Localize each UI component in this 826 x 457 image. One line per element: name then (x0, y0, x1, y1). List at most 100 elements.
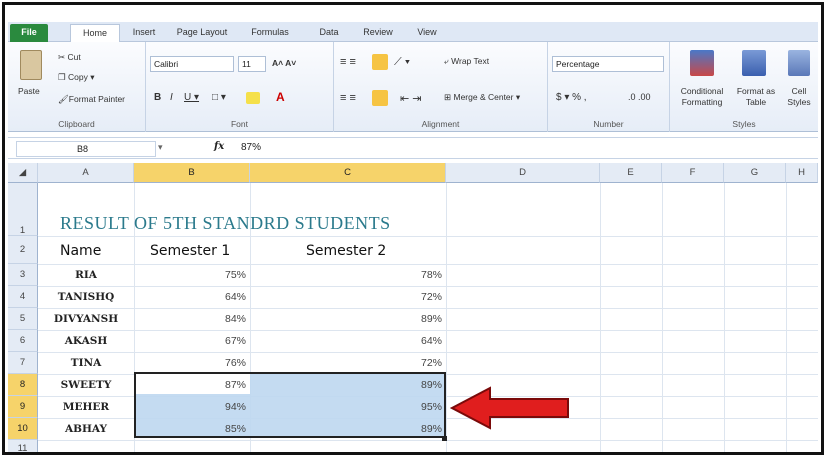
row-header-10[interactable]: 10 (8, 418, 38, 440)
semester-2-value[interactable]: 95% (250, 401, 446, 413)
semester-1-value[interactable]: 75% (134, 269, 250, 281)
grid-line (38, 440, 818, 441)
student-name[interactable]: RIA (38, 269, 134, 281)
tab-file[interactable]: File (10, 24, 48, 42)
cell-styles-button[interactable]: Cell Styles (782, 86, 816, 108)
tab-insert[interactable]: Insert (126, 24, 162, 42)
indent-icon[interactable]: ⇤ ⇥ (400, 92, 422, 105)
tab-formulas[interactable]: Formulas (246, 24, 294, 42)
orientation-icon[interactable]: ⟋ ▾ (394, 56, 410, 69)
tab-page-layout[interactable]: Page Layout (170, 24, 234, 42)
column-header-a[interactable]: A (38, 163, 134, 183)
underline-button[interactable]: U ▾ (184, 92, 199, 103)
semester-1-value[interactable]: 67% (134, 335, 250, 347)
ribbon: Paste ✂ Cut ❐ Copy ▾ 🖌Format Painter Cli… (8, 42, 818, 132)
semester-1-value[interactable]: 64% (134, 291, 250, 303)
column-header-e[interactable]: E (600, 163, 662, 183)
name-box-dropdown-icon[interactable]: ▾ (158, 142, 163, 153)
tab-home[interactable]: Home (70, 24, 120, 43)
student-name[interactable]: TINA (38, 357, 134, 369)
row-header-8[interactable]: 8 (8, 374, 38, 396)
semester-2-value[interactable]: 89% (250, 313, 446, 325)
align-left-icon[interactable]: ≡ ≡ (340, 92, 356, 104)
header-name: Name (60, 243, 102, 259)
tab-view[interactable]: View (410, 24, 444, 42)
cell-styles-icon[interactable] (788, 50, 810, 76)
fill-color-icon[interactable] (246, 92, 260, 104)
format-table-icon[interactable] (742, 50, 766, 76)
format-painter-button[interactable]: 🖌Format Painter (58, 94, 125, 105)
tab-review[interactable]: Review (358, 24, 398, 42)
row-header-2[interactable]: 2 (8, 236, 38, 264)
column-header-g[interactable]: G (724, 163, 786, 183)
copy-button[interactable]: ❐ Copy ▾ (58, 72, 94, 83)
font-size-combo[interactable]: 11 (238, 56, 266, 72)
semester-2-value[interactable]: 64% (250, 335, 446, 347)
student-name[interactable]: MEHER (38, 401, 134, 413)
semester-2-value[interactable]: 89% (250, 379, 446, 391)
alignment-label: Alignment (421, 119, 460, 129)
grow-font-button[interactable]: A˄ A˅ (272, 58, 296, 68)
insert-function-button[interactable]: fx (214, 141, 224, 152)
row-header-9[interactable]: 9 (8, 396, 38, 418)
student-name[interactable]: DIVYANSH (38, 313, 134, 325)
font-name-combo[interactable]: Calibri (150, 56, 234, 72)
wrap-text-button[interactable]: ⤶ Wrap Text (444, 56, 489, 67)
header-semester-2: Semester 2 (306, 243, 387, 259)
font-color-icon[interactable]: A (276, 90, 285, 104)
row-header-3[interactable]: 3 (8, 264, 38, 286)
italic-button[interactable]: I (170, 92, 173, 103)
row-header-6[interactable]: 6 (8, 330, 38, 352)
paste-button[interactable]: Paste (18, 86, 40, 96)
column-header-f[interactable]: F (662, 163, 724, 183)
column-header-b[interactable]: B (134, 163, 250, 183)
semester-1-value[interactable]: 84% (134, 313, 250, 325)
align-center-icon[interactable] (372, 90, 388, 106)
student-name[interactable]: SWEETY (38, 379, 134, 391)
bold-button[interactable]: B (154, 92, 161, 103)
semester-1-value[interactable]: 94% (134, 401, 250, 413)
clipboard-label: Clipboard (58, 119, 95, 129)
semester-1-value[interactable]: 85% (134, 423, 250, 435)
column-header-c[interactable]: C (250, 163, 446, 183)
column-header-h[interactable]: H (786, 163, 818, 183)
conditional-formatting-icon[interactable] (690, 50, 714, 76)
row-header-5[interactable]: 5 (8, 308, 38, 330)
semester-2-value[interactable]: 72% (250, 357, 446, 369)
ribbon-tabs: File Home Insert Page Layout Formulas Da… (8, 22, 818, 43)
select-all-corner[interactable]: ◢ (8, 163, 38, 183)
currency-icon[interactable]: $ ▾ % , (556, 92, 587, 103)
conditional-formatting-button[interactable]: Conditional Formatting (676, 86, 728, 108)
row-header-4[interactable]: 4 (8, 286, 38, 308)
borders-icon[interactable]: □ ▾ (212, 92, 226, 103)
format-table-button[interactable]: Format as Table (734, 86, 778, 108)
student-name[interactable]: ABHAY (38, 423, 134, 435)
decimal-icon[interactable]: .0 .00 (628, 92, 651, 102)
row-header-7[interactable]: 7 (8, 352, 38, 374)
red-arrow-icon (450, 386, 569, 430)
grid-line (38, 236, 818, 237)
row-header-11[interactable]: 11 (8, 440, 38, 454)
column-header-d[interactable]: D (446, 163, 600, 183)
paste-icon[interactable] (20, 50, 42, 80)
student-name[interactable]: AKASH (38, 335, 134, 347)
semester-1-value[interactable]: 76% (134, 357, 250, 369)
align-middle-icon[interactable] (372, 54, 388, 70)
styles-group: Conditional Formatting Format as Table C… (670, 42, 818, 132)
semester-2-value[interactable]: 78% (250, 269, 446, 281)
align-top-icon[interactable]: ≡ ≡ (340, 56, 356, 68)
fill-handle[interactable] (442, 436, 447, 441)
formula-bar: B8 ▾ fx 87% (8, 137, 818, 159)
tab-data[interactable]: Data (312, 24, 346, 42)
row-header-1[interactable]: 1 (8, 183, 38, 236)
number-format-combo[interactable]: Percentage (552, 56, 664, 72)
semester-2-value[interactable]: 72% (250, 291, 446, 303)
student-name[interactable]: TANISHQ (38, 291, 134, 303)
merge-center-button[interactable]: ⊞ Merge & Center ▾ (444, 92, 520, 103)
semester-2-value[interactable]: 89% (250, 423, 446, 435)
semester-1-value[interactable]: 87% (134, 379, 250, 391)
cut-button[interactable]: ✂ Cut (58, 52, 81, 63)
brush-icon: 🖌 (58, 94, 69, 104)
formula-input[interactable]: 87% (241, 142, 261, 153)
name-box[interactable]: B8 (16, 141, 156, 157)
